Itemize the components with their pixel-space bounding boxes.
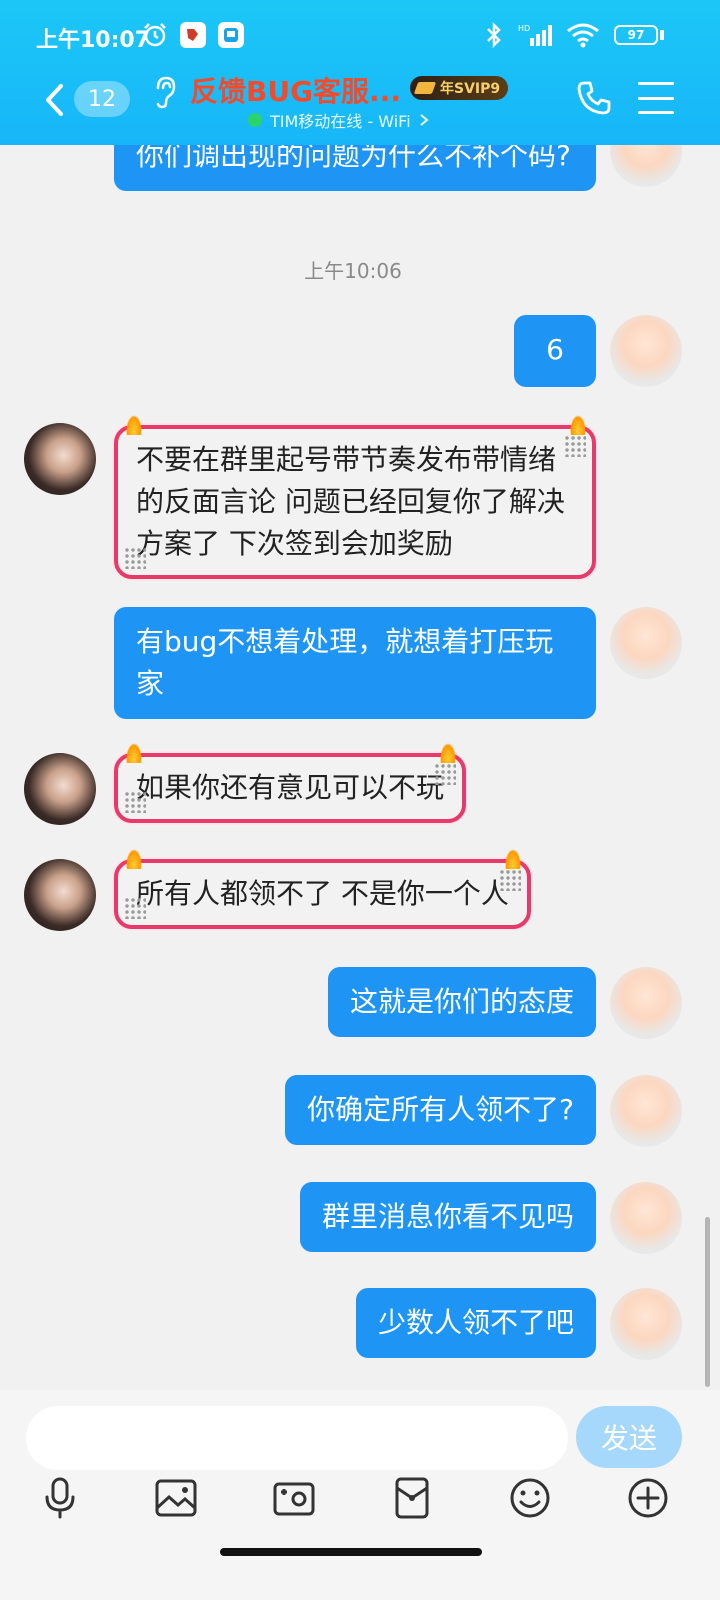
message-bubble-self[interactable]: 你们调出现的问题为什么不补个码? — [114, 145, 596, 191]
avatar[interactable] — [24, 753, 96, 825]
alarm-icon — [144, 23, 166, 47]
image-button[interactable] — [154, 1476, 198, 1520]
battery-indicator: 97 — [614, 25, 664, 45]
image-icon — [155, 1479, 197, 1517]
input-toolbar — [0, 1476, 720, 1536]
message-input[interactable] — [26, 1406, 568, 1470]
chevron-left-icon — [46, 84, 63, 116]
scrollbar[interactable] — [705, 1217, 710, 1387]
message-bubble-other[interactable]: 所有人都领不了 不是你一个人 — [114, 849, 531, 929]
chevron-right-icon — [420, 114, 429, 126]
camera-button[interactable] — [272, 1476, 316, 1520]
avatar[interactable] — [610, 1288, 682, 1360]
cellular-signal-icon: HD — [518, 24, 552, 46]
message-bubble-other[interactable]: 如果你还有意见可以不玩 — [114, 743, 467, 823]
message-text: 有bug不想着处理，就想着打压玩家 — [136, 625, 554, 700]
message-bubble-self[interactable]: 你确定所有人领不了? — [285, 1075, 596, 1145]
ear-icon[interactable] — [150, 74, 178, 110]
emoji-icon — [510, 1478, 550, 1518]
menu-button[interactable] — [638, 82, 674, 114]
message-bubble-self[interactable]: 群里消息你看不见吗 — [299, 1182, 596, 1252]
message-text: 如果你还有意见可以不玩 — [136, 771, 445, 804]
status-time: 上午10:07 — [36, 28, 151, 53]
chat-header: 上午10:07 HD 97 12 反馈BUG客服... 年SVIP9 TIM移动… — [0, 0, 720, 145]
online-status[interactable]: TIM移动在线 - WiFi — [248, 108, 429, 132]
message-text: 你确定所有人领不了? — [307, 1093, 574, 1126]
message-bubble-other[interactable]: 不要在群里起号带节奏发布带情绪的反面言论 问题已经回复你了解决方案了 下次签到会… — [114, 415, 596, 579]
message-text: 你们调出现的问题为什么不补个码? — [136, 145, 571, 172]
emoji-button[interactable] — [508, 1476, 552, 1520]
back-button[interactable] — [34, 80, 74, 120]
avatar[interactable] — [610, 1182, 682, 1254]
message-bubble-self[interactable]: 少数人领不了吧 — [355, 1288, 596, 1358]
status-notification-icons — [142, 22, 244, 48]
home-indicator[interactable] — [220, 1548, 482, 1556]
message-text: 这就是你们的态度 — [349, 985, 574, 1018]
wifi-icon — [567, 23, 599, 48]
online-status-text: TIM移动在线 - WiFi — [270, 112, 411, 131]
message-list[interactable]: 你们调出现的问题为什么不补个码? 上午10:06 6 不要在群里起号带节奏发布带… — [0, 145, 720, 1390]
avatar[interactable] — [24, 423, 96, 495]
svg-text:HD: HD — [518, 24, 530, 33]
avatar[interactable] — [610, 967, 682, 1039]
phone-call-icon[interactable] — [576, 80, 612, 116]
red-packet-icon — [395, 1477, 429, 1519]
message-bubble-self[interactable]: 有bug不想着处理，就想着打压玩家 — [114, 607, 596, 719]
message-text: 群里消息你看不见吗 — [321, 1200, 574, 1233]
plus-icon — [628, 1478, 668, 1518]
reader-app-icon — [180, 22, 206, 48]
more-button[interactable] — [626, 1476, 670, 1520]
microphone-icon — [45, 1477, 75, 1519]
status-system-icons: HD 97 — [484, 22, 664, 48]
input-area: 发送 — [0, 1390, 720, 1600]
chat-title[interactable]: 反馈BUG客服... — [190, 70, 401, 110]
avatar[interactable] — [610, 607, 682, 679]
send-button[interactable]: 发送 — [576, 1406, 682, 1468]
avatar[interactable] — [610, 315, 682, 387]
svip-badge[interactable]: 年SVIP9 — [410, 76, 509, 100]
notes-app-icon — [218, 22, 244, 48]
avatar[interactable] — [610, 145, 682, 187]
message-bubble-self[interactable]: 这就是你们的态度 — [327, 967, 596, 1037]
message-text: 少数人领不了吧 — [377, 1306, 574, 1339]
message-text: 所有人都领不了 不是你一个人 — [136, 877, 509, 910]
battery-level: 97 — [614, 25, 658, 45]
chat-timestamp: 上午10:06 — [304, 259, 402, 283]
camera-icon — [273, 1482, 315, 1516]
voice-button[interactable] — [38, 1476, 82, 1520]
message-text: 6 — [546, 333, 564, 366]
bluetooth-icon — [487, 22, 501, 48]
avatar[interactable] — [610, 1075, 682, 1147]
unread-count-badge[interactable]: 12 — [74, 81, 130, 117]
online-dot-icon — [248, 113, 262, 127]
message-text: 不要在群里起号带节奏发布带情绪的反面言论 问题已经回复你了解决方案了 下次签到会… — [136, 443, 565, 560]
red-packet-button[interactable] — [390, 1476, 434, 1520]
avatar[interactable] — [24, 859, 96, 931]
message-bubble-self[interactable]: 6 — [514, 315, 596, 387]
